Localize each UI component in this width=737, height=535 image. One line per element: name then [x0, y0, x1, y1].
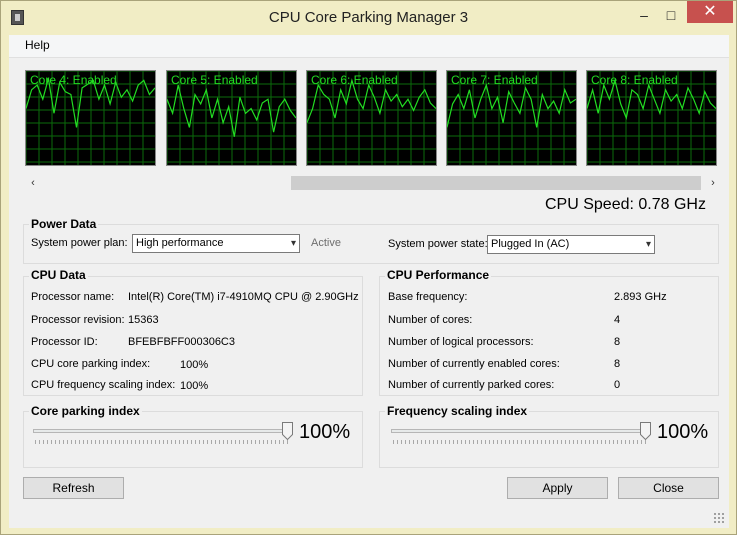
scroll-left-icon[interactable]: ‹ [25, 175, 41, 192]
scroll-right-icon[interactable]: › [705, 175, 721, 192]
window-title: CPU Core Parking Manager 3 [268, 9, 469, 26]
slider-track [391, 429, 651, 433]
menu-bar: Help [9, 35, 729, 58]
core-label: Core 4: Enabled [30, 73, 117, 87]
core-graph: Core 6: Enabled [306, 70, 437, 166]
menu-help[interactable]: Help [25, 38, 50, 52]
frequency-scaling-value: 100% [657, 421, 709, 443]
core-graph: Core 4: Enabled [25, 70, 156, 166]
close-window-button[interactable]: ✕ [687, 1, 733, 23]
cpu-data-label: Processor ID: [31, 336, 98, 348]
cpu-performance-title: CPU Performance [385, 268, 492, 282]
core-label: Core 7: Enabled [451, 73, 538, 87]
resize-grip-icon[interactable] [713, 512, 725, 524]
cpu-data-value: Intel(R) Core(TM) i7-4910MQ CPU @ 2.90GH… [128, 291, 359, 303]
slider-thumb[interactable] [640, 422, 651, 440]
apply-button[interactable]: Apply [507, 477, 608, 499]
horizontal-scrollbar[interactable]: ‹ › [25, 175, 721, 192]
cpu-performance-value: 4 [614, 314, 621, 326]
power-plan-select[interactable]: High performance ▾ [132, 234, 300, 253]
cpu-data-label: CPU frequency scaling index: [31, 379, 176, 391]
cpu-data-label: Processor revision: [31, 314, 125, 326]
cpu-performance-value: 8 [614, 358, 621, 370]
cpu-performance-value: 8 [614, 336, 621, 348]
power-plan-status: Active [311, 237, 341, 249]
cpu-performance-label: Number of cores: [388, 314, 473, 326]
chevron-down-icon: ▾ [645, 239, 651, 250]
core-label: Core 6: Enabled [311, 73, 398, 87]
title-bar[interactable]: CPU Core Parking Manager 3 – □ ✕ [1, 1, 736, 35]
power-state-value: Plugged In (AC) [491, 238, 570, 250]
slider-track [33, 429, 293, 433]
cpu-data-label: CPU core parking index: [31, 358, 151, 370]
power-data-title: Power Data [29, 217, 99, 231]
cpu-data-value: 100% [180, 380, 209, 392]
cpu-data-value: 100% [180, 359, 209, 371]
cpu-data-value: BFEBFBFF000306C3 [128, 336, 235, 348]
cpu-data-label: Processor name: [31, 291, 115, 303]
cpu-performance-value: 2.893 GHz [614, 291, 667, 303]
frequency-scaling-title: Frequency scaling index [385, 404, 530, 418]
frequency-scaling-slider[interactable] [391, 421, 651, 447]
core-parking-value: 100% [299, 421, 351, 443]
slider-ticks [393, 440, 647, 444]
core-graph: Core 7: Enabled [446, 70, 577, 166]
client-area: Help Core 4: Enabled Core 5: Enabled Cor… [9, 35, 729, 528]
core-parking-slider[interactable] [33, 421, 293, 447]
cpu-performance-label: Number of currently enabled cores: [388, 358, 560, 370]
cpu-data-title: CPU Data [29, 268, 88, 282]
power-plan-value: High performance [136, 237, 224, 249]
refresh-button[interactable]: Refresh [23, 477, 124, 499]
core-label: Core 8: Enabled [591, 73, 678, 87]
chevron-down-icon: ▾ [290, 238, 296, 249]
maximize-button[interactable]: □ [661, 6, 681, 26]
cpu-performance-label: Number of logical processors: [388, 336, 534, 348]
cpu-speed-readout: CPU Speed: 0.78 GHz [545, 196, 706, 213]
cpu-data-value: 15363 [128, 314, 159, 326]
app-window: CPU Core Parking Manager 3 – □ ✕ Help Co… [0, 0, 737, 535]
core-graph: Core 5: Enabled [166, 70, 297, 166]
slider-thumb[interactable] [282, 422, 293, 440]
core-graph: Core 8: Enabled [586, 70, 717, 166]
power-plan-label: System power plan: [31, 237, 128, 249]
minimize-button[interactable]: – [634, 6, 654, 26]
cpu-performance-label: Number of currently parked cores: [388, 379, 555, 391]
cpu-performance-label: Base frequency: [388, 291, 468, 303]
core-parking-title: Core parking index [29, 404, 142, 418]
power-state-select[interactable]: Plugged In (AC) ▾ [487, 235, 655, 254]
cpu-performance-value: 0 [614, 379, 621, 391]
core-label: Core 5: Enabled [171, 73, 258, 87]
scrollbar-thumb[interactable] [291, 176, 701, 190]
close-button[interactable]: Close [618, 477, 719, 499]
slider-ticks [35, 440, 289, 444]
power-state-label: System power state: [388, 238, 488, 250]
